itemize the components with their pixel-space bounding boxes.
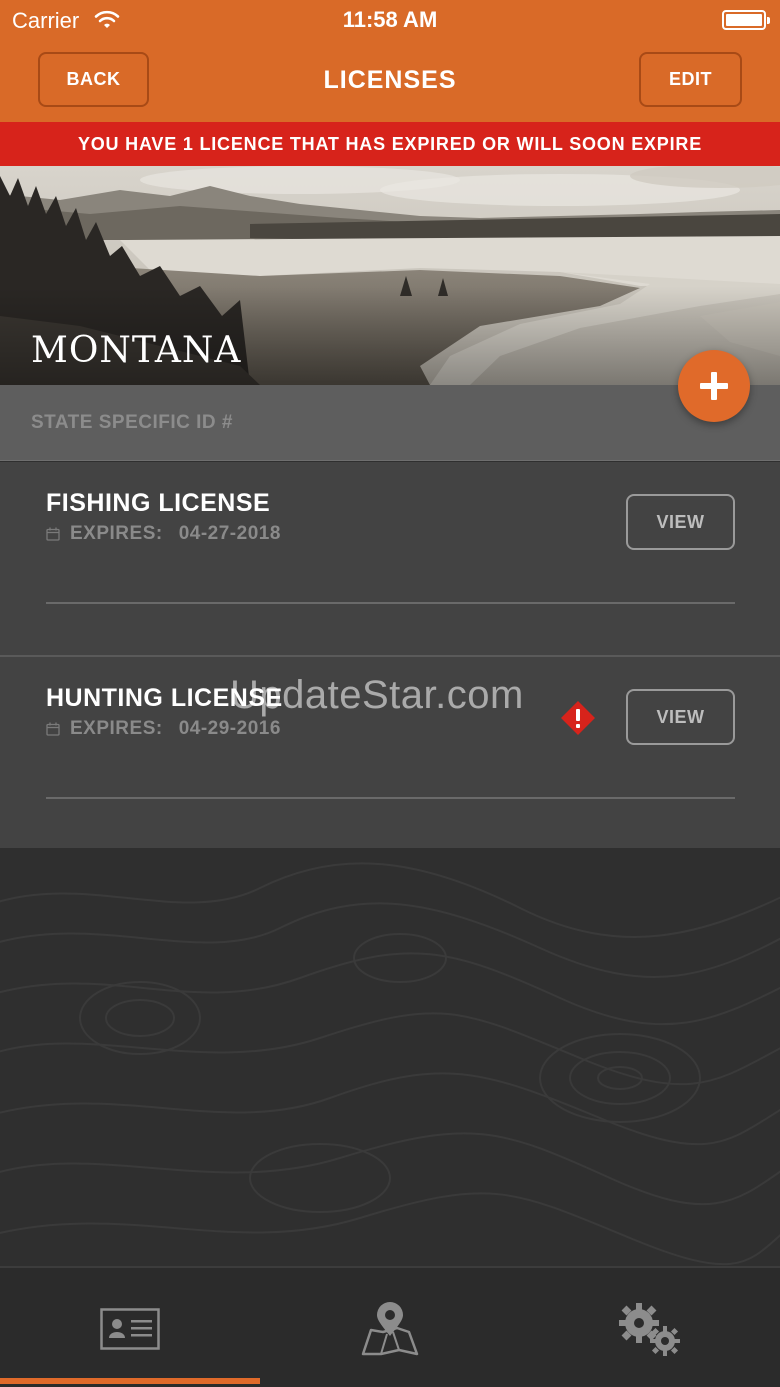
tab-map[interactable]: [260, 1268, 520, 1387]
tab-bar: [0, 1266, 780, 1387]
edit-button[interactable]: EDIT: [639, 52, 742, 107]
id-card-icon: [100, 1307, 160, 1350]
state-id-row[interactable]: STATE SPECIFIC ID #: [0, 385, 780, 461]
header: Carrier 11:58 AM BACK LICENSES EDIT: [0, 0, 780, 122]
calendar-icon: [46, 722, 60, 736]
map-pin-icon: [361, 1301, 419, 1355]
selected-tab-indicator: [0, 1378, 260, 1384]
view-hunting-license-button[interactable]: VIEW: [626, 689, 735, 745]
status-time: 11:58 AM: [342, 7, 438, 32]
battery-icon: [722, 10, 770, 30]
expiry-alert-banner[interactable]: YOU HAVE 1 LICENCE THAT HAS EXPIRED OR W…: [0, 122, 780, 166]
view-fishing-license-button[interactable]: VIEW: [626, 494, 735, 550]
expires-label: EXPIRES:: [70, 523, 163, 544]
watermark: UpdateStar.com: [230, 673, 524, 717]
expires-date: 04-27-2018: [178, 523, 281, 544]
divider: [46, 602, 735, 604]
expires-row: EXPIRES: 04-27-2018: [46, 523, 281, 545]
calendar-icon: [46, 527, 60, 541]
tab-licenses[interactable]: [0, 1268, 260, 1387]
state-name: MONTANA: [31, 330, 242, 371]
plus-icon: [700, 372, 728, 400]
divider: [46, 797, 735, 799]
license-card-fishing[interactable]: FISHING LICENSE EXPIRES: 04-27-2018 VIEW: [0, 462, 780, 655]
state-id-label: STATE SPECIFIC ID #: [31, 412, 233, 433]
tab-settings[interactable]: [520, 1268, 780, 1387]
topographic-background: [0, 848, 780, 1266]
license-title: FISHING LICENSE: [46, 489, 271, 517]
alert-text: YOU HAVE 1 LICENCE THAT HAS EXPIRED OR W…: [77, 133, 703, 154]
expires-label: EXPIRES:: [70, 718, 163, 739]
add-license-button[interactable]: [678, 350, 750, 422]
gears-icon: [619, 1302, 680, 1356]
status-bar: Carrier 11:58 AM: [0, 0, 780, 40]
expires-date: 04-29-2016: [178, 718, 281, 739]
license-list: FISHING LICENSE EXPIRES: 04-27-2018 VIEW…: [0, 462, 780, 848]
expires-row: EXPIRES: 04-29-2016: [46, 718, 281, 740]
expiry-warning-icon: [561, 701, 595, 735]
